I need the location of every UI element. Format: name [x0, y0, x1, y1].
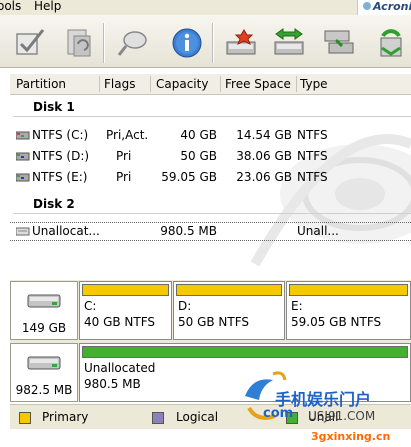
hard-disk-icon: [16, 152, 30, 161]
create-partition-button[interactable]: [224, 26, 258, 60]
cell-capacity: 980.5 MB: [160, 224, 217, 238]
column-separator[interactable]: [220, 76, 221, 92]
copy-partition-button[interactable]: [322, 26, 356, 60]
cell-partition: NTFS (D:): [32, 149, 90, 163]
disk-resize-icon: [274, 28, 304, 55]
watermark-site: USJ91.COM: [308, 409, 376, 423]
info-button[interactable]: [170, 26, 204, 60]
unallocated-size: 980.5 MB: [84, 377, 141, 391]
menu-tools[interactable]: ools: [0, 0, 21, 13]
cell-flags: Pri,Act.: [106, 128, 149, 142]
header-flags[interactable]: Flags: [104, 77, 135, 91]
toolbar-separator: [103, 23, 105, 63]
toolbar: [0, 15, 411, 68]
usage-bar: [82, 346, 408, 358]
divider: [13, 116, 411, 117]
cell-free-space: 23.06 GB: [236, 170, 292, 184]
cell-type: NTFS: [297, 128, 328, 142]
recycle-icon: [380, 29, 402, 57]
menu-bar: ools Help Acronis: [0, 0, 411, 19]
hard-disk-icon: [16, 173, 30, 182]
partition-desc: 50 GB NTFS: [178, 315, 250, 329]
recycle-button[interactable]: [373, 26, 407, 60]
header-type[interactable]: Type: [300, 77, 328, 91]
acronis-logo-icon: [363, 2, 371, 10]
menu-help[interactable]: Help: [34, 0, 61, 13]
usage-bar: [289, 284, 408, 296]
partition-d-block[interactable]: D: 50 GB NTFS: [173, 281, 285, 340]
cell-type: NTFS: [297, 149, 328, 163]
partition-desc: 40 GB NTFS: [84, 315, 156, 329]
magnifier-icon: [117, 31, 147, 56]
table-row[interactable]: NTFS (E:) Pri 59.05 GB 23.06 GB NTFS: [10, 169, 411, 186]
hard-disk-icon: [27, 294, 61, 308]
column-separator[interactable]: [150, 76, 151, 92]
partition-letter: C:: [84, 299, 97, 313]
partition-letter: D:: [178, 299, 192, 313]
cell-capacity: 59.05 GB: [161, 170, 217, 184]
cell-partition: NTFS (C:): [32, 128, 89, 142]
undo-button[interactable]: [62, 26, 96, 60]
table-row-selected[interactable]: Unallocat... 980.5 MB Unall...: [10, 222, 411, 241]
partition-e-block[interactable]: E: 59.05 GB NTFS: [286, 281, 411, 340]
disk-1-label: Disk 1: [33, 100, 75, 114]
disk-1-info[interactable]: 149 GB: [10, 281, 78, 340]
column-separator[interactable]: [99, 76, 100, 92]
legend-swatch-primary: [19, 412, 31, 424]
cell-flags: Pri: [116, 170, 132, 184]
brand-name: Acronis: [373, 0, 411, 13]
disk-add-icon: [226, 29, 256, 55]
legend-swatch-logical: [152, 412, 164, 424]
cell-partition: NTFS (E:): [32, 170, 88, 184]
toolbar-separator: [212, 23, 214, 63]
cell-type: NTFS: [297, 170, 328, 184]
disk-1-size: 149 GB: [21, 321, 67, 335]
table-row[interactable]: NTFS (C:) Pri,Act. 40 GB 14.54 GB NTFS: [10, 127, 411, 144]
checkmark-icon: [16, 29, 45, 55]
hard-disk-icon: [27, 356, 61, 370]
divider: [13, 213, 411, 214]
disk-2-size: 982.5 MB: [15, 383, 73, 397]
commit-button[interactable]: [13, 26, 47, 60]
cell-free-space: 14.54 GB: [236, 128, 292, 142]
unallocated-name: Unallocated: [84, 361, 156, 375]
cell-capacity: 50 GB: [180, 149, 217, 163]
table-row[interactable]: NTFS (D:) Pri 50 GB 38.06 GB NTFS: [10, 148, 411, 165]
column-separator[interactable]: [296, 76, 297, 92]
disk-2-label: Disk 2: [33, 197, 75, 211]
disk-copy-icon: [324, 30, 354, 54]
partition-c-block[interactable]: C: 40 GB NTFS: [79, 281, 172, 340]
partition-letter: E:: [291, 299, 303, 313]
legend-logical: Logical: [176, 410, 219, 424]
undo-document-icon: [67, 29, 91, 57]
cell-capacity: 40 GB: [180, 128, 217, 142]
partition-desc: 59.05 GB NTFS: [291, 315, 382, 329]
header-free-space[interactable]: Free Space: [225, 77, 291, 91]
cell-flags: Pri: [116, 149, 132, 163]
info-icon: [172, 28, 202, 58]
header-partition[interactable]: Partition: [16, 77, 66, 91]
resize-partition-button[interactable]: [272, 26, 306, 60]
cell-type: Unall...: [297, 224, 339, 238]
partition-list: Partition Flags Capacity Free Space Type…: [10, 74, 411, 277]
legend-primary: Primary: [42, 410, 89, 424]
properties-button[interactable]: [116, 26, 150, 60]
usage-bar: [176, 284, 282, 296]
disk-2-info[interactable]: 982.5 MB: [10, 343, 78, 402]
cell-partition: Unallocat...: [32, 224, 100, 238]
site-watermark: 手机娱乐门户 com USJ91.COM 3gxinxing.cn: [243, 368, 411, 447]
list-header: Partition Flags Capacity Free Space Type: [10, 74, 411, 95]
unallocated-disk-icon: [16, 227, 30, 236]
hard-disk-icon: [16, 131, 30, 140]
watermark-url: 3gxinxing.cn: [311, 430, 391, 443]
header-capacity[interactable]: Capacity: [156, 77, 208, 91]
cell-free-space: 38.06 GB: [236, 149, 292, 163]
watermark-com: com: [263, 406, 294, 421]
usage-bar: [82, 284, 169, 296]
